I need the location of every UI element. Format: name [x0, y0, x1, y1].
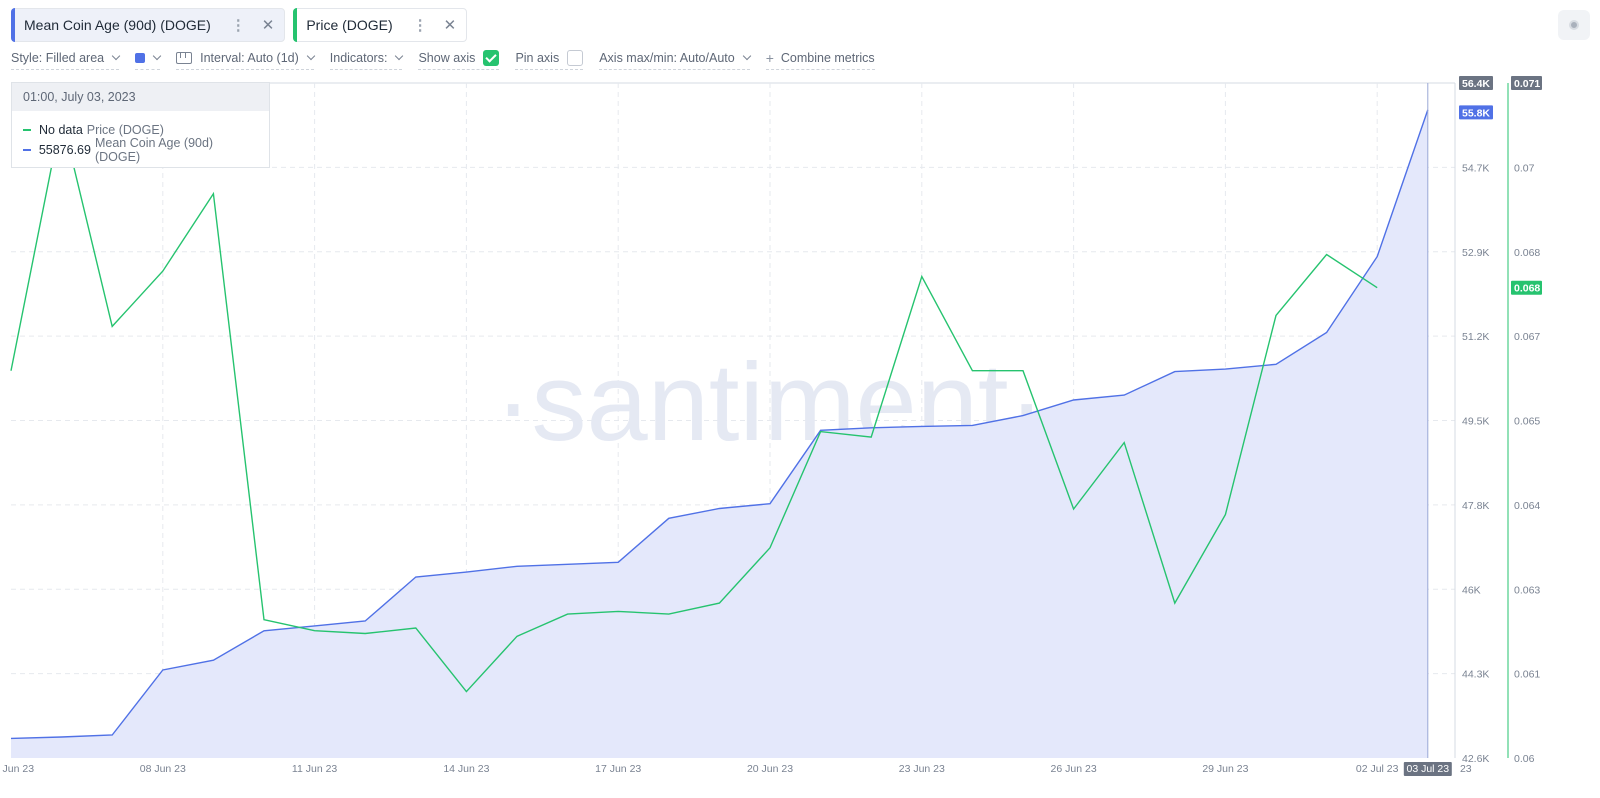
y-right-tick-label: 0.067 — [1514, 331, 1540, 343]
y-right-tick-label: 0.068 — [1514, 247, 1540, 259]
y-left-tick-label: 54.7K — [1462, 162, 1489, 174]
x-tick-label: 14 Jun 23 — [443, 763, 489, 775]
tooltip-row: 55876.69 Mean Coin Age (90d) (DOGE) — [12, 136, 269, 164]
x-tick-label: 11 Jun 23 — [292, 763, 338, 775]
y-right-tick-label: 0.061 — [1514, 669, 1540, 681]
y-left-tick-label: 52.9K — [1462, 247, 1489, 259]
y-right-tick-label: 0.063 — [1514, 584, 1540, 596]
x-tick-label: 08 Jun 23 — [140, 763, 186, 775]
x-tick-label: 17 Jun 23 — [595, 763, 641, 775]
x-tick-label: 23 Jun 23 — [899, 763, 945, 775]
y-left-tick-label: 47.8K — [1462, 500, 1489, 512]
y-left-tick-label: 49.5K — [1462, 416, 1489, 428]
series-marker — [23, 129, 31, 131]
x-tick-label: 20 Jun 23 — [747, 763, 793, 775]
tooltip-series: Price (DOGE) — [86, 123, 164, 137]
tooltip-time: 01:00, July 03, 2023 — [12, 83, 269, 111]
x-highlight-label: 03 Jul 23 — [1406, 763, 1449, 775]
y-left-tick-label: 46K — [1462, 584, 1481, 596]
x-tick-suffix: 23 — [1460, 763, 1472, 775]
y-right-max-badge: 0.071 — [1514, 78, 1540, 90]
y-left-max-badge: 56.4K — [1462, 78, 1490, 90]
tooltip-series: Mean Coin Age (90d) (DOGE) — [94, 136, 214, 164]
x-tick-label: 29 Jun 23 — [1202, 763, 1248, 775]
tooltip-value: No data — [39, 123, 83, 137]
y-right-tick-label: 0.06 — [1514, 753, 1535, 765]
y-left-current-badge: 55.8K — [1462, 107, 1490, 119]
y-right-tick-label: 0.07 — [1514, 162, 1535, 174]
y-right-current-badge: 0.068 — [1514, 283, 1540, 295]
y-right-tick-label: 0.064 — [1514, 500, 1540, 512]
series-marker — [23, 149, 31, 151]
tooltip-value: 55876.69 — [38, 143, 91, 157]
hover-tooltip: 01:00, July 03, 2023 No data Price (DOGE… — [11, 82, 270, 168]
y-left-tick-label: 44.3K — [1462, 669, 1489, 681]
x-tick-label: 02 Jul 23 — [1356, 763, 1399, 775]
y-left-tick-label: 51.2K — [1462, 331, 1489, 343]
x-tick-label: 05 Jun 23 — [0, 763, 34, 775]
y-right-tick-label: 0.065 — [1514, 416, 1540, 428]
x-tick-label: 26 Jun 23 — [1051, 763, 1097, 775]
